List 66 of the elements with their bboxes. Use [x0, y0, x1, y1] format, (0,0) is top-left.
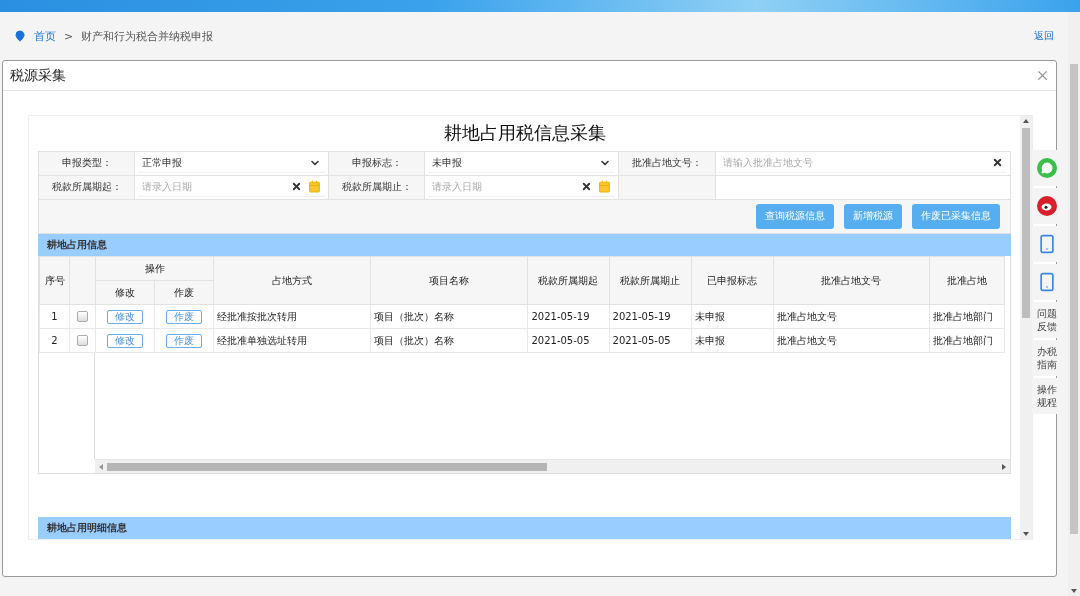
chat-bubbles-icon[interactable] [1037, 158, 1057, 178]
section-header: 耕地占用信息 [38, 233, 1011, 257]
table-cell: 1 [39, 304, 70, 329]
row-action-button[interactable]: 修改 [107, 333, 144, 348]
breadcrumb-link[interactable]: 首页 [34, 28, 56, 44]
section-header: 耕地占用明细信息 [38, 516, 1011, 539]
table-cell: 未申报 [691, 328, 774, 353]
breadcrumb-separator: > [64, 29, 74, 43]
table-cell: 批准占地部门 [929, 328, 1005, 353]
action-button[interactable]: 作废已采集信息 [912, 203, 1000, 229]
horizontal-scrollbar[interactable] [95, 459, 1010, 474]
action-button[interactable]: 新增税源 [844, 203, 902, 229]
column-header: 已申报标志 [691, 256, 774, 305]
column-header: 批准占地文号 [773, 256, 930, 305]
table-cell: 批准占地文号 [773, 328, 930, 353]
clear-icon[interactable] [581, 181, 592, 193]
input-field[interactable]: 请输入批准占地文号 [719, 153, 1007, 174]
table-cell: 2 [39, 328, 70, 353]
table-cell: 2021-05-19 [609, 304, 692, 329]
column-header: 序号 [39, 256, 70, 305]
clear-icon[interactable] [992, 157, 1003, 169]
dialog-title: 税源采集 [10, 66, 66, 85]
row-checkbox[interactable] [77, 311, 88, 323]
field-label: 申报标志： [329, 151, 425, 176]
table-cell: 经批准单独选址转用 [213, 328, 371, 353]
field-label: 税款所属期起： [39, 175, 135, 200]
calendar-icon[interactable] [598, 180, 611, 194]
vertical-scrollbar[interactable] [1020, 116, 1032, 539]
form-title: 耕地占用税信息采集 [442, 121, 607, 146]
table-cell: 经批准按批次转用 [213, 304, 371, 329]
row-action-button[interactable]: 作废 [166, 309, 203, 324]
row-action-button[interactable]: 修改 [107, 309, 144, 324]
action-button[interactable]: 查询税源信息 [756, 203, 834, 229]
table-cell: 项目（批次）名称 [370, 304, 528, 329]
column-header: 项目名称 [370, 256, 528, 305]
row-action-button[interactable]: 作废 [166, 333, 203, 348]
column-header: 批准占地 [929, 256, 1005, 305]
column-header: 税款所属期止 [609, 256, 692, 305]
field-label: 申报类型： [39, 151, 135, 176]
phone-icon[interactable] [1037, 272, 1057, 292]
column-header: 操作 [95, 256, 214, 281]
row-checkbox[interactable] [77, 335, 88, 347]
clear-icon[interactable] [291, 181, 302, 193]
field-label: 批准占地文号： [619, 151, 716, 176]
table-cell: 未申报 [691, 304, 774, 329]
select-field[interactable]: 正常申报 [138, 153, 325, 174]
table-cell: 批准占地部门 [929, 304, 1005, 329]
select-field[interactable]: 未申报 [428, 153, 615, 174]
phone-icon[interactable] [1037, 234, 1057, 254]
table-cell: 批准占地文号 [773, 304, 930, 329]
close-icon[interactable] [1035, 68, 1050, 83]
table-cell: 项目（批次）名称 [370, 328, 528, 353]
column-header: 占地方式 [213, 256, 371, 305]
date-field[interactable]: 请录入日期 [138, 177, 325, 198]
table-cell: 2021-05-05 [527, 328, 609, 353]
breadcrumb-current[interactable]: 财产和行为税合并纳税申报 [81, 28, 214, 44]
eye-swirl-icon[interactable] [1037, 196, 1057, 216]
table-cell: 2021-05-05 [609, 328, 692, 353]
field-label: 税款所属期止： [329, 175, 425, 200]
page-scrollbar[interactable] [1068, 12, 1080, 596]
column-header: 税款所属期起 [527, 256, 609, 305]
date-field[interactable]: 请录入日期 [428, 177, 615, 198]
table-cell: 2021-05-19 [527, 304, 609, 329]
location-pin-icon [14, 30, 26, 42]
back-link[interactable]: 返回 [1034, 29, 1054, 43]
calendar-icon[interactable] [308, 180, 321, 194]
